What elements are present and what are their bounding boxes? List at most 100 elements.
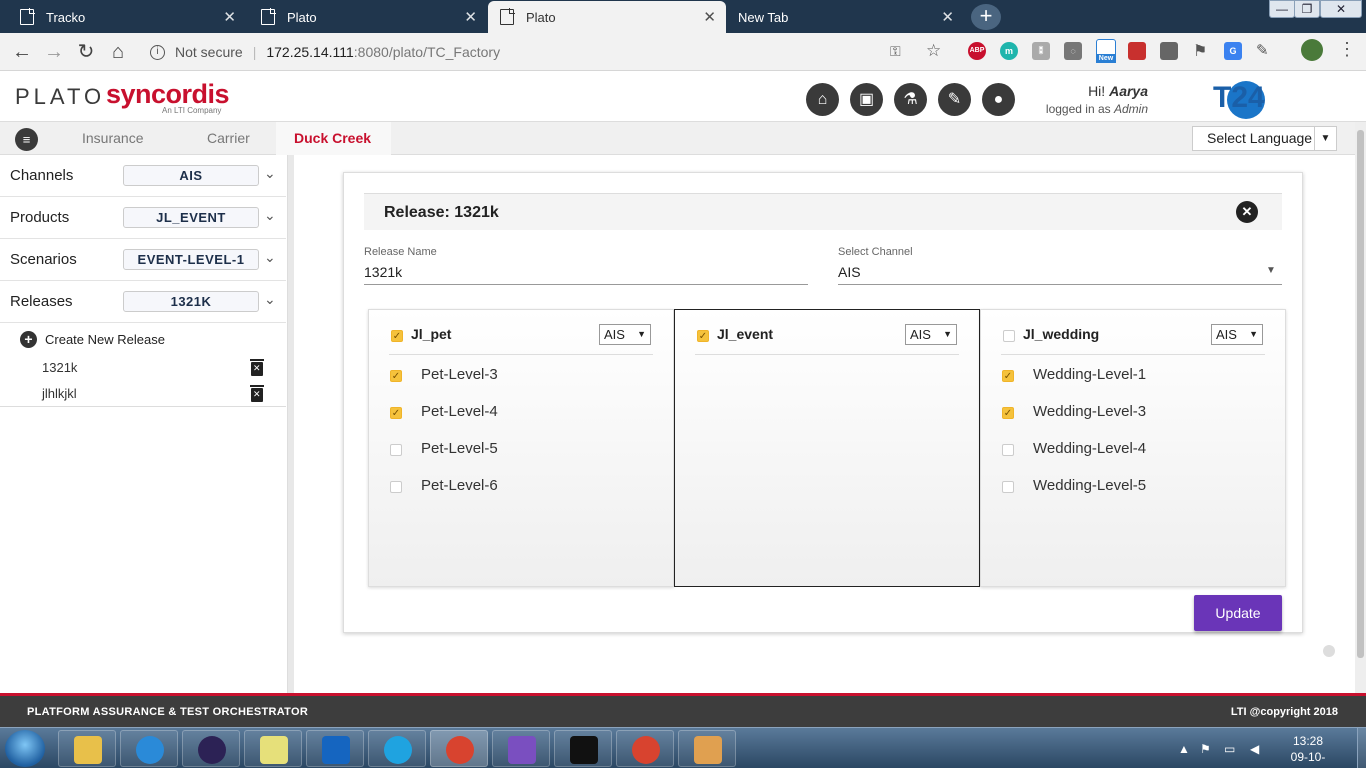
close-tab-icon[interactable]: ✕ [703, 8, 716, 26]
scenario-item[interactable]: Pet-Level-5 [389, 440, 639, 460]
product-channel-select[interactable]: AIS ▼ [905, 324, 957, 345]
product-checkbox[interactable]: ✓ [391, 330, 403, 342]
taskbar-app-outlook[interactable] [306, 730, 364, 767]
adblock-icon[interactable]: ABP [968, 42, 986, 60]
product-checkbox[interactable]: ✓ [697, 330, 709, 342]
taskbar-app-internet-explorer[interactable] [120, 730, 178, 767]
home-button[interactable]: ⌂ [806, 83, 839, 116]
release-name-input[interactable]: 1321k [364, 264, 402, 280]
update-button[interactable]: Update [1194, 595, 1282, 631]
scenario-item[interactable]: Wedding-Level-4 [1001, 440, 1251, 460]
translate-icon[interactable]: G [1224, 42, 1242, 60]
browser-tab-plato-active[interactable]: Plato ✕ [488, 1, 726, 33]
extension-book-icon[interactable] [1128, 42, 1146, 60]
forward-button[interactable]: → [42, 40, 66, 64]
chevron-down-icon[interactable]: ⌄ [264, 165, 276, 182]
chevron-down-icon[interactable]: ⌄ [264, 291, 276, 308]
tools-button[interactable]: ✎ [938, 83, 971, 116]
restore-button[interactable]: ❐ [1294, 0, 1320, 18]
taskbar-app-skype[interactable] [368, 730, 426, 767]
close-tab-icon[interactable]: ✕ [941, 8, 954, 26]
action-center-icon[interactable]: ⚑ [1200, 742, 1211, 756]
scenario-item[interactable]: ✓ Wedding-Level-1 [1001, 366, 1251, 386]
taskbar-clock[interactable]: 13:28 09-10-2018 [1280, 733, 1336, 768]
product-panel-jl-wedding[interactable]: Jl_wedding AIS ▼ ✓ Wedding-Level-1 ✓ Wedding-L… [980, 309, 1286, 587]
release-item-1321k[interactable]: 1321k [42, 360, 77, 375]
browser-menu-icon[interactable]: ⋮ [1338, 39, 1356, 60]
menu-button[interactable]: ≡ [15, 128, 38, 151]
user-button[interactable]: ● [982, 83, 1015, 116]
minimize-button[interactable]: — [1269, 0, 1295, 18]
close-release-button[interactable]: ✕ [1236, 201, 1258, 223]
select-channel-input[interactable]: AIS [838, 264, 861, 280]
scenario-checkbox[interactable]: ✓ [1002, 407, 1014, 419]
chevron-down-icon[interactable]: ⌄ [264, 249, 276, 266]
scenario-checkbox[interactable] [390, 481, 402, 493]
taskbar-app-eclipse[interactable] [182, 730, 240, 767]
dropdown-arrow-icon[interactable]: ▼ [1266, 265, 1276, 276]
projects-button[interactable]: ▣ [850, 83, 883, 116]
taskbar-app-visual-studio[interactable] [492, 730, 550, 767]
scenario-checkbox[interactable] [390, 444, 402, 456]
back-button[interactable]: ← [10, 40, 34, 64]
scenario-checkbox[interactable] [1002, 444, 1014, 456]
scenario-checkbox[interactable]: ✓ [390, 370, 402, 382]
lab-button[interactable]: ⚗ [894, 83, 927, 116]
delete-icon[interactable] [250, 359, 264, 376]
chevron-down-icon[interactable]: ⌄ [264, 207, 276, 224]
release-item-jlhlkjkl[interactable]: jlhlkjkl [42, 386, 77, 401]
show-desktop-button[interactable] [1357, 728, 1366, 768]
product-panel-jl-pet[interactable]: ✓ Jl_pet AIS ▼ ✓ Pet-Level-3 ✓ Pet-Level-4 Pet-L… [368, 309, 674, 587]
browser-tab-tracko[interactable]: Tracko ✕ [8, 1, 246, 33]
channel-select[interactable]: AIS [123, 165, 259, 186]
window-close-button[interactable]: ✕ [1320, 0, 1362, 18]
product-checkbox[interactable] [1003, 330, 1015, 342]
windows-start-button[interactable] [5, 730, 45, 767]
scenario-item[interactable]: Wedding-Level-5 [1001, 477, 1251, 497]
browser-tab-plato-1[interactable]: Plato ✕ [249, 1, 487, 33]
scenario-checkbox[interactable] [1002, 481, 1014, 493]
scenario-item[interactable]: Pet-Level-6 [389, 477, 639, 497]
taskbar-app-command-prompt[interactable] [554, 730, 612, 767]
extension-new-icon[interactable]: New [1096, 39, 1116, 63]
scenario-item[interactable]: ✓ Pet-Level-4 [389, 403, 639, 423]
breadcrumb-carrier[interactable]: Carrier [207, 122, 250, 155]
info-icon[interactable]: i [150, 44, 165, 60]
extension-clipboard-icon[interactable] [1160, 42, 1178, 60]
product-channel-select[interactable]: AIS ▼ [599, 324, 651, 345]
breadcrumb-duck-creek[interactable]: Duck Creek [276, 122, 392, 155]
browser-tab-new-tab[interactable]: New Tab ✕ [726, 1, 964, 33]
volume-icon[interactable]: ◀ [1250, 742, 1259, 756]
taskbar-app-file-explorer[interactable] [58, 730, 116, 767]
language-select[interactable]: Select Language ▼ [1192, 126, 1337, 151]
home-button[interactable]: ⌂ [106, 40, 130, 64]
address-bar[interactable]: i Not secure | 172.25.14.111 :8080/plato… [140, 37, 954, 67]
product-panel-jl-event[interactable]: ✓ Jl_event AIS ▼ [674, 309, 980, 587]
create-new-release-button[interactable]: + Create New Release [20, 331, 165, 348]
profile-avatar[interactable] [1301, 39, 1323, 61]
eyedropper-icon[interactable]: ✎ [1256, 41, 1269, 59]
tray-expand-icon[interactable]: ▲ [1178, 742, 1190, 756]
scenario-item[interactable]: ✓ Wedding-Level-3 [1001, 403, 1251, 423]
extension-m-icon[interactable]: m [1000, 42, 1018, 60]
extension-bulb-icon[interactable]: ◌ [1064, 42, 1082, 60]
product-select[interactable]: JL_EVENT [123, 207, 259, 228]
key-icon[interactable]: ⚿ [890, 43, 901, 60]
close-tab-icon[interactable]: ✕ [464, 8, 477, 26]
taskbar-app-chrome[interactable] [616, 730, 674, 767]
delete-icon[interactable] [250, 385, 264, 402]
taskbar-app-sticky-notes[interactable] [244, 730, 302, 767]
product-channel-select[interactable]: AIS ▼ [1211, 324, 1263, 345]
extension-puzzle-icon[interactable]: ⁑ [1032, 42, 1050, 60]
release-select[interactable]: 1321K [123, 291, 259, 312]
taskbar-app-paint[interactable] [678, 730, 736, 767]
reload-button[interactable]: ↻ [74, 40, 98, 64]
new-tab-button[interactable]: + [971, 4, 1001, 30]
scenario-checkbox[interactable]: ✓ [1002, 370, 1014, 382]
network-icon[interactable]: ▭ [1224, 742, 1235, 756]
breadcrumb-insurance[interactable]: Insurance [82, 122, 143, 155]
bookmark-icon[interactable]: ⚑ [1193, 41, 1207, 61]
scenario-item[interactable]: ✓ Pet-Level-3 [389, 366, 639, 386]
scenario-select[interactable]: EVENT-LEVEL-1 [123, 249, 259, 270]
close-tab-icon[interactable]: ✕ [223, 8, 236, 26]
